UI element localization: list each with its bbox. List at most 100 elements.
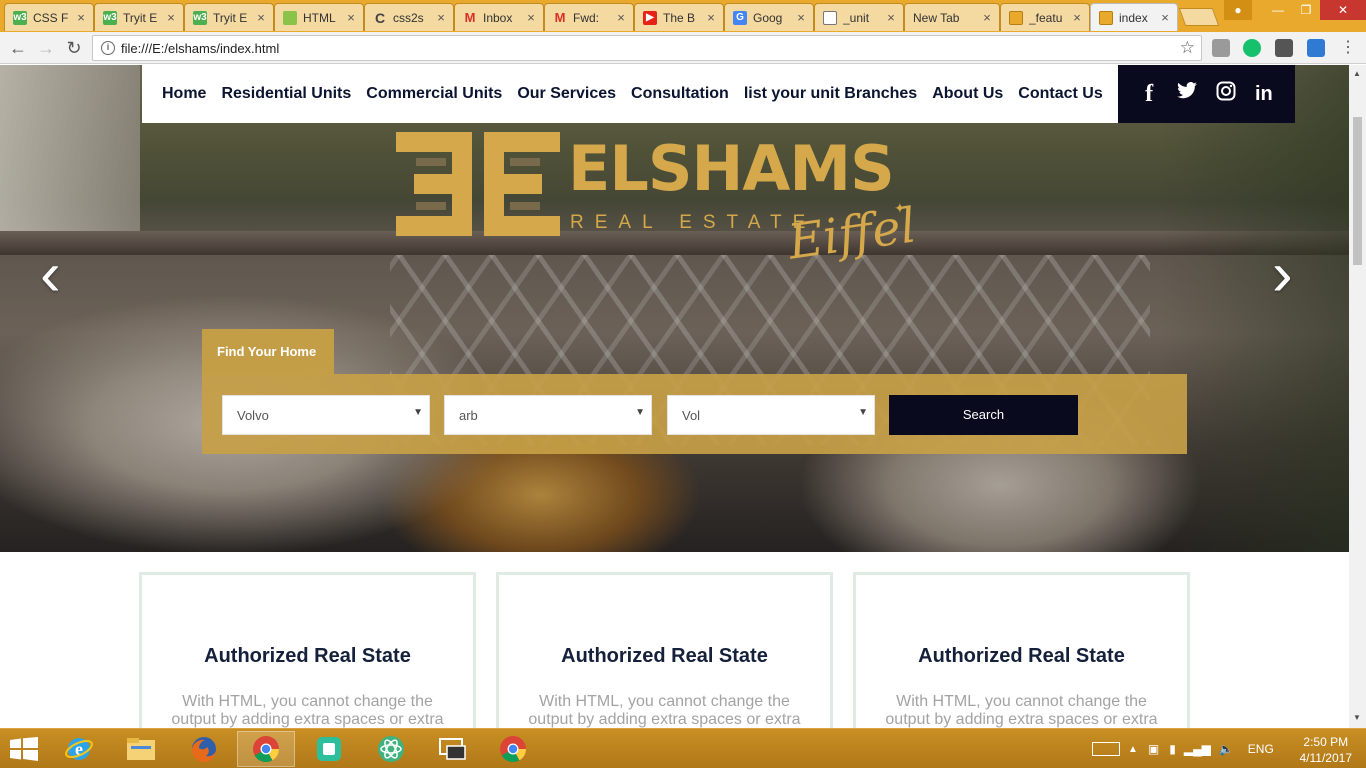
- browser-tab-active[interactable]: index ×: [1090, 3, 1178, 31]
- info-icon[interactable]: i: [101, 41, 115, 55]
- twitter-icon[interactable]: [1174, 82, 1200, 106]
- grammarly-extension-icon[interactable]: [1243, 39, 1261, 57]
- card-title: Authorized Real State: [204, 645, 411, 667]
- clock-date: 4/11/2017: [1299, 751, 1353, 765]
- close-icon[interactable]: ×: [615, 10, 627, 25]
- browser-tab[interactable]: C css2s ×: [364, 3, 454, 31]
- network-icon[interactable]: ▣: [1148, 742, 1159, 756]
- tab-title: Fwd:: [573, 10, 600, 25]
- chevron-down-icon: ▼: [635, 407, 645, 418]
- find-your-home-tab[interactable]: Find Your Home: [202, 329, 334, 375]
- close-icon[interactable]: ×: [75, 10, 87, 25]
- chrome-icon[interactable]: [237, 731, 295, 767]
- browser-tab[interactable]: M Inbox ×: [454, 3, 544, 31]
- volume-icon[interactable]: 🔈: [1219, 742, 1234, 756]
- browser-tab[interactable]: _featu ×: [1000, 3, 1090, 31]
- close-icon[interactable]: ×: [525, 10, 537, 25]
- instagram-icon[interactable]: [1213, 81, 1239, 107]
- browser-tab[interactable]: ▶ The B ×: [634, 3, 724, 31]
- card-text: With HTML, you cannot change the output …: [885, 693, 1158, 728]
- minimize-button[interactable]: —: [1264, 0, 1292, 20]
- scrollbar-thumb[interactable]: [1353, 117, 1362, 265]
- file-explorer-icon[interactable]: [112, 731, 170, 767]
- image-file-icon: [1009, 10, 1023, 25]
- web-page: Home Residential Units Commercial Units …: [0, 65, 1349, 728]
- bookmark-star-icon[interactable]: ☆: [1180, 38, 1195, 58]
- browser-tab[interactable]: HTML ×: [274, 3, 364, 31]
- elshams-logo: ELSHAMS REAL ESTATE Eiffel ✦: [396, 128, 919, 278]
- nav-contact-us[interactable]: Contact Us: [1018, 85, 1102, 103]
- facebook-icon[interactable]: f: [1136, 81, 1162, 108]
- new-tab-button[interactable]: [1178, 8, 1220, 26]
- pushbullet-icon[interactable]: [300, 731, 358, 767]
- browser-tab[interactable]: w3 Tryit E ×: [94, 3, 184, 31]
- browser-tab[interactable]: w3 Tryit E ×: [184, 3, 274, 31]
- close-icon[interactable]: ×: [255, 10, 267, 25]
- chevron-up-icon[interactable]: ▲: [1128, 744, 1138, 755]
- carousel-next-chevron-right-icon[interactable]: ›: [1272, 244, 1293, 306]
- nav-list-your-unit-branches[interactable]: list your unit Branches: [744, 85, 917, 103]
- back-button[interactable]: ←: [8, 38, 28, 58]
- loading-icon: C: [374, 9, 386, 26]
- search-select-2[interactable]: arb ▼: [444, 395, 652, 435]
- page-scrollbar[interactable]: ▲ ▼: [1349, 65, 1366, 728]
- w3schools-icon: w3: [13, 10, 27, 25]
- nav-our-services[interactable]: Our Services: [517, 85, 616, 103]
- close-icon[interactable]: ×: [981, 10, 993, 25]
- tab-title: Inbox: [483, 10, 513, 25]
- forward-button[interactable]: →: [36, 38, 56, 58]
- chevron-down-icon: ▼: [858, 407, 868, 418]
- internet-explorer-icon[interactable]: e: [50, 731, 108, 767]
- nav-consultation[interactable]: Consultation: [631, 85, 729, 103]
- browser-tab[interactable]: New Tab ×: [904, 3, 1000, 31]
- user-profile-icon[interactable]: ●: [1224, 0, 1252, 20]
- nav-about-us[interactable]: About Us: [932, 85, 1003, 103]
- keyboard-icon[interactable]: [1092, 742, 1120, 756]
- nav-commercial-units[interactable]: Commercial Units: [366, 85, 502, 103]
- close-icon[interactable]: ×: [705, 10, 717, 25]
- linkedin-icon[interactable]: in: [1251, 83, 1277, 106]
- close-icon[interactable]: ×: [885, 10, 897, 25]
- search-select-3[interactable]: Vol ▼: [667, 395, 875, 435]
- camera-extension-icon[interactable]: [1212, 39, 1230, 57]
- atom-icon[interactable]: [362, 731, 420, 767]
- search-select-1[interactable]: Volvo ▼: [222, 395, 430, 435]
- close-window-button[interactable]: ✕: [1320, 0, 1366, 20]
- main-navbar: Home Residential Units Commercial Units …: [142, 65, 1118, 123]
- close-icon[interactable]: ×: [1071, 10, 1083, 25]
- scroll-down-icon[interactable]: ▼: [1353, 713, 1361, 722]
- url-text[interactable]: file:///E:/elshams/index.html: [121, 41, 279, 56]
- search-button[interactable]: Search: [889, 395, 1078, 435]
- scroll-up-icon[interactable]: ▲: [1353, 69, 1361, 78]
- windows-start-icon[interactable]: [10, 737, 38, 761]
- browser-tab[interactable]: w3 CSS F ×: [4, 3, 94, 31]
- tab-title: HTML: [303, 10, 336, 25]
- firefox-icon[interactable]: [175, 731, 233, 767]
- menu-icon[interactable]: ⋮: [1338, 38, 1358, 58]
- close-icon[interactable]: ×: [435, 10, 447, 25]
- address-bar[interactable]: i file:///E:/elshams/index.html ☆: [92, 35, 1202, 61]
- language-indicator[interactable]: ENG: [1248, 742, 1274, 756]
- browser-tab[interactable]: G Goog ×: [724, 3, 814, 31]
- restore-button[interactable]: ❐: [1292, 0, 1320, 20]
- logo-wordmark: ELSHAMS: [568, 132, 895, 205]
- signal-icon[interactable]: ▂▄▆: [1184, 742, 1211, 756]
- close-icon[interactable]: ×: [795, 10, 807, 25]
- chrome-icon[interactable]: [484, 731, 542, 767]
- close-icon[interactable]: ×: [165, 10, 177, 25]
- reload-button[interactable]: ↻: [64, 38, 84, 58]
- browser-tab-strip: w3 CSS F × w3 Tryit E × w3 Tryit E × HTM…: [0, 0, 1366, 32]
- extension-icon[interactable]: [1307, 39, 1325, 57]
- battery-icon[interactable]: ▮: [1169, 742, 1176, 756]
- remote-desktop-icon[interactable]: [423, 731, 481, 767]
- nav-residential-units[interactable]: Residential Units: [221, 85, 351, 103]
- close-icon[interactable]: ×: [345, 10, 357, 25]
- nav-home[interactable]: Home: [162, 85, 206, 103]
- cast-extension-icon[interactable]: [1275, 39, 1293, 57]
- carousel-prev-chevron-left-icon[interactable]: ‹: [40, 244, 61, 306]
- tab-title: CSS F: [33, 10, 69, 25]
- system-clock[interactable]: 2:50 PM 4/11/2017: [1300, 734, 1353, 766]
- close-icon[interactable]: ×: [1159, 10, 1171, 25]
- browser-tab[interactable]: M Fwd: ×: [544, 3, 634, 31]
- browser-tab[interactable]: _unit ×: [814, 3, 904, 31]
